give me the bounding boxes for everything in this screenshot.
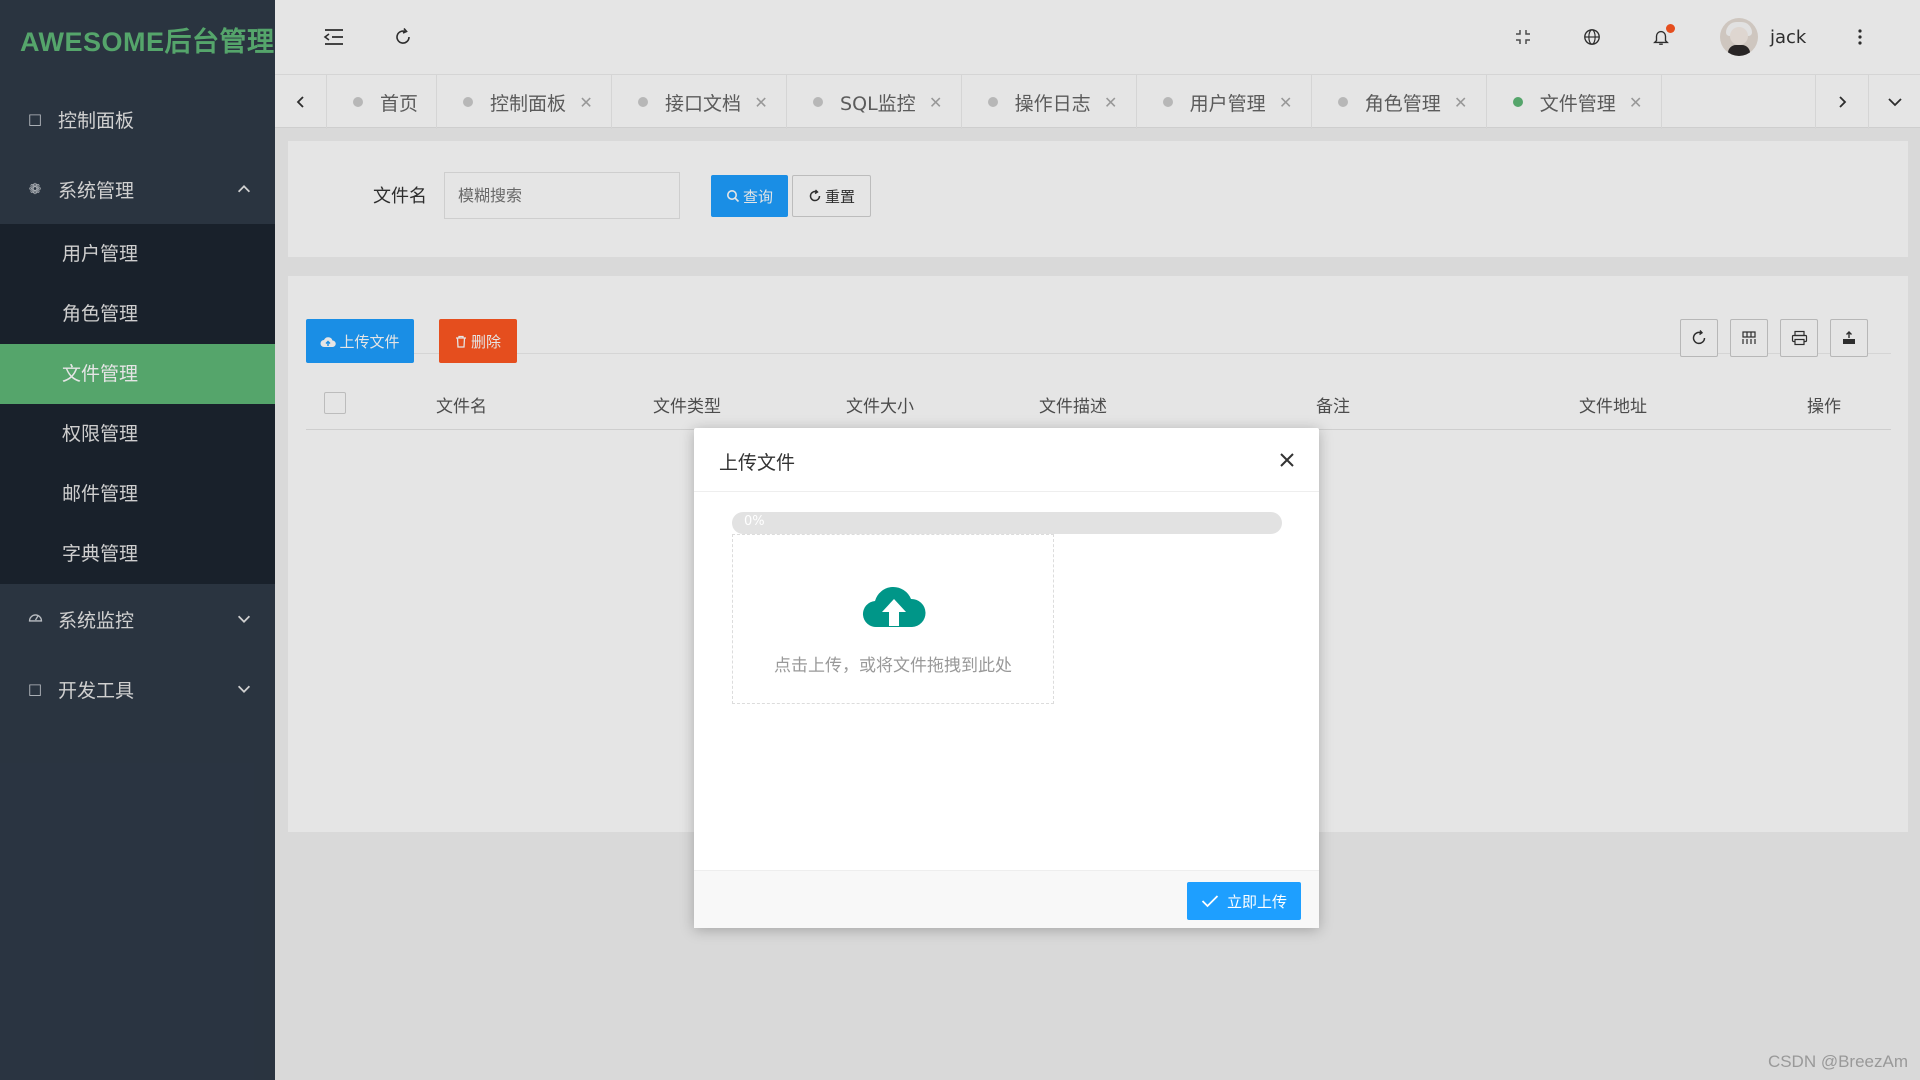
cloud-upload-icon xyxy=(862,586,926,628)
watermark: CSDN @BreezAm xyxy=(1767,1052,1908,1071)
modal-header: 上传文件 xyxy=(694,428,1319,492)
submit-button-label: 立即上传 xyxy=(1226,892,1287,911)
dropzone-text: 点击上传，或将文件拖拽到此处 xyxy=(774,656,1012,676)
modal-footer: 立即上传 xyxy=(694,870,1319,928)
submit-upload-button[interactable]: 立即上传 xyxy=(1187,882,1301,920)
progress-text: 0% xyxy=(744,514,765,529)
modal-title: 上传文件 xyxy=(719,452,796,474)
upload-progress-bar: 0% xyxy=(732,512,1282,534)
check-icon xyxy=(1201,895,1219,908)
upload-modal: 上传文件 0% 点击上传，或将文件拖拽到此处 立即上传 xyxy=(694,428,1319,928)
close-icon[interactable] xyxy=(1275,448,1299,472)
upload-dropzone[interactable]: 点击上传，或将文件拖拽到此处 xyxy=(732,534,1054,704)
